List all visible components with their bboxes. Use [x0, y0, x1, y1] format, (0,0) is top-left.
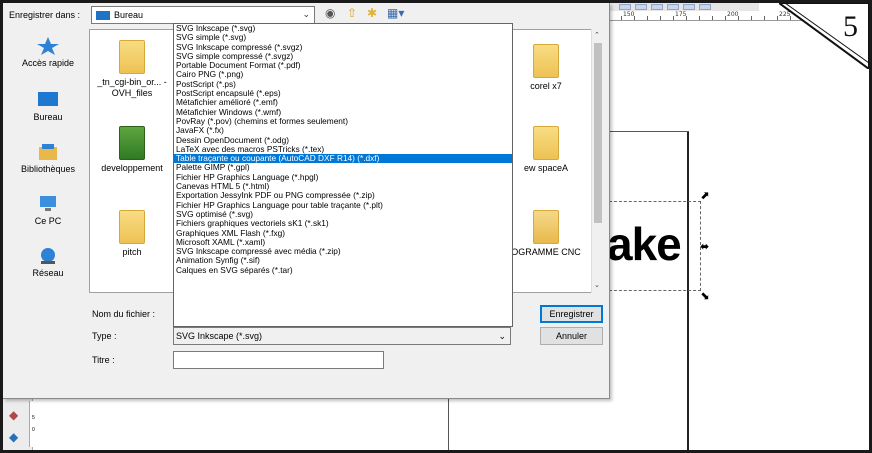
- bucket-tool-icon[interactable]: ◆: [9, 430, 18, 444]
- file-item[interactable]: corel x7: [506, 44, 586, 92]
- ruler-tick-label: 5: [32, 415, 35, 421]
- save-in-label: Enregistrer dans :: [9, 10, 81, 20]
- step-number: 5: [843, 10, 858, 43]
- place-label: Ce PC: [34, 216, 62, 226]
- save-in-dropdown[interactable]: Bureau ⌄: [91, 6, 315, 24]
- folder-icon: [533, 210, 559, 244]
- resize-handle-icon[interactable]: ⬌: [700, 240, 709, 253]
- type-label: Type :: [92, 331, 117, 341]
- type-option[interactable]: Calques en SVG séparés (*.tar): [174, 265, 512, 275]
- toolbar-button[interactable]: [683, 4, 695, 10]
- save-button[interactable]: Enregistrer: [540, 305, 603, 323]
- file-item[interactable]: developpement: [92, 126, 172, 174]
- page-border: [448, 398, 449, 450]
- type-dropdown-list[interactable]: SVG Inkscape (*.svg) SVG simple (*.svg) SV…: [173, 23, 513, 327]
- ruler-tick-label: 150: [623, 11, 635, 18]
- toolbar-button[interactable]: [667, 4, 679, 10]
- up-folder-icon[interactable]: ⇧: [347, 6, 357, 20]
- computer-icon: [40, 196, 56, 211]
- scroll-up-icon[interactable]: ⌃: [594, 31, 600, 39]
- folder-icon: [119, 126, 145, 160]
- folder-icon: [533, 44, 559, 78]
- title-input[interactable]: [173, 351, 384, 369]
- file-label: ew spaceA: [523, 163, 569, 173]
- toolbar-button[interactable]: [651, 4, 663, 10]
- chevron-down-icon: ⌄: [498, 331, 506, 341]
- file-item[interactable]: ew spaceA: [506, 126, 586, 174]
- toolbar-button[interactable]: [635, 4, 647, 10]
- desktop-folder-icon: [96, 11, 110, 20]
- cancel-button[interactable]: Annuler: [540, 327, 603, 345]
- folder-icon: [533, 126, 559, 160]
- resize-handle-icon[interactable]: ⬊: [700, 289, 709, 302]
- screenshot-frame: 150 175 200 225 250 ake ⬈ ⬌ ⬊ ◆ ◆ 5 0 5 …: [0, 0, 872, 453]
- filename-label: Nom du fichier :: [92, 309, 156, 319]
- page-border: [609, 131, 689, 132]
- toolbar-button[interactable]: [699, 4, 711, 10]
- folder-icon: [119, 40, 145, 74]
- scroll-down-icon[interactable]: ⌄: [594, 281, 600, 289]
- places-sidebar: Accès rapide Bureau Bibliothèques Ce PC …: [9, 29, 87, 293]
- back-arrow-icon[interactable]: ◉: [325, 6, 335, 20]
- ruler-tick-label: 200: [727, 11, 739, 18]
- place-libraries[interactable]: Bibliothèques: [9, 143, 87, 174]
- libraries-icon: [39, 144, 57, 160]
- place-this-pc[interactable]: Ce PC: [9, 195, 87, 226]
- folder-icon: [119, 210, 145, 244]
- star-icon: [37, 37, 59, 55]
- desktop-icon: [38, 92, 58, 106]
- file-label: pitch: [122, 247, 142, 257]
- place-label: Accès rapide: [21, 58, 75, 68]
- file-item[interactable]: pitch: [92, 210, 172, 258]
- view-menu-icon[interactable]: ▦▾: [387, 6, 404, 20]
- file-list-scrollbar[interactable]: ⌃ ⌄: [591, 29, 603, 293]
- canvas-logo-text[interactable]: ake: [607, 221, 682, 267]
- save-dialog: Enregistrer dans : Bureau ⌄ ◉ ⇧ ✱ ▦▾ Acc…: [3, 3, 610, 399]
- file-item[interactable]: OGRAMME CNC: [506, 210, 586, 258]
- place-desktop[interactable]: Bureau: [9, 91, 87, 122]
- network-icon: [41, 248, 55, 264]
- new-folder-icon[interactable]: ✱: [367, 6, 377, 20]
- resize-handle-icon[interactable]: ⬈: [700, 189, 709, 202]
- place-label: Bibliothèques: [20, 164, 76, 174]
- file-label: developpement: [101, 163, 163, 173]
- place-label: Bureau: [33, 112, 63, 122]
- title-label: Titre :: [92, 355, 115, 365]
- file-label: OGRAMME CNC: [511, 247, 581, 257]
- file-item[interactable]: _tn_cgi-bin_or... - OVH_files: [92, 40, 172, 99]
- save-in-value: Bureau: [114, 10, 144, 20]
- type-select-value: SVG Inkscape (*.svg): [176, 331, 263, 341]
- type-select[interactable]: SVG Inkscape (*.svg) ⌄: [173, 327, 511, 345]
- ruler-tick-label: 0: [32, 427, 35, 433]
- type-option[interactable]: PovRay (*.pov) (chemins et formes seulem…: [174, 116, 512, 126]
- scrollbar-thumb[interactable]: [594, 43, 602, 223]
- toolbar-button[interactable]: [619, 4, 631, 10]
- ruler-tick-label: 175: [675, 11, 687, 18]
- file-label: corel x7: [530, 81, 562, 91]
- chevron-down-icon: ⌄: [302, 9, 310, 19]
- file-label: _tn_cgi-bin_or... - OVH_files: [97, 77, 167, 98]
- place-network[interactable]: Réseau: [9, 247, 87, 278]
- vertical-ruler: 5 0: [29, 401, 39, 447]
- eraser-tool-icon[interactable]: ◆: [9, 408, 18, 422]
- place-label: Réseau: [32, 268, 64, 278]
- inkscape-toolbar: [609, 3, 759, 11]
- place-quick-access[interactable]: Accès rapide: [9, 37, 87, 68]
